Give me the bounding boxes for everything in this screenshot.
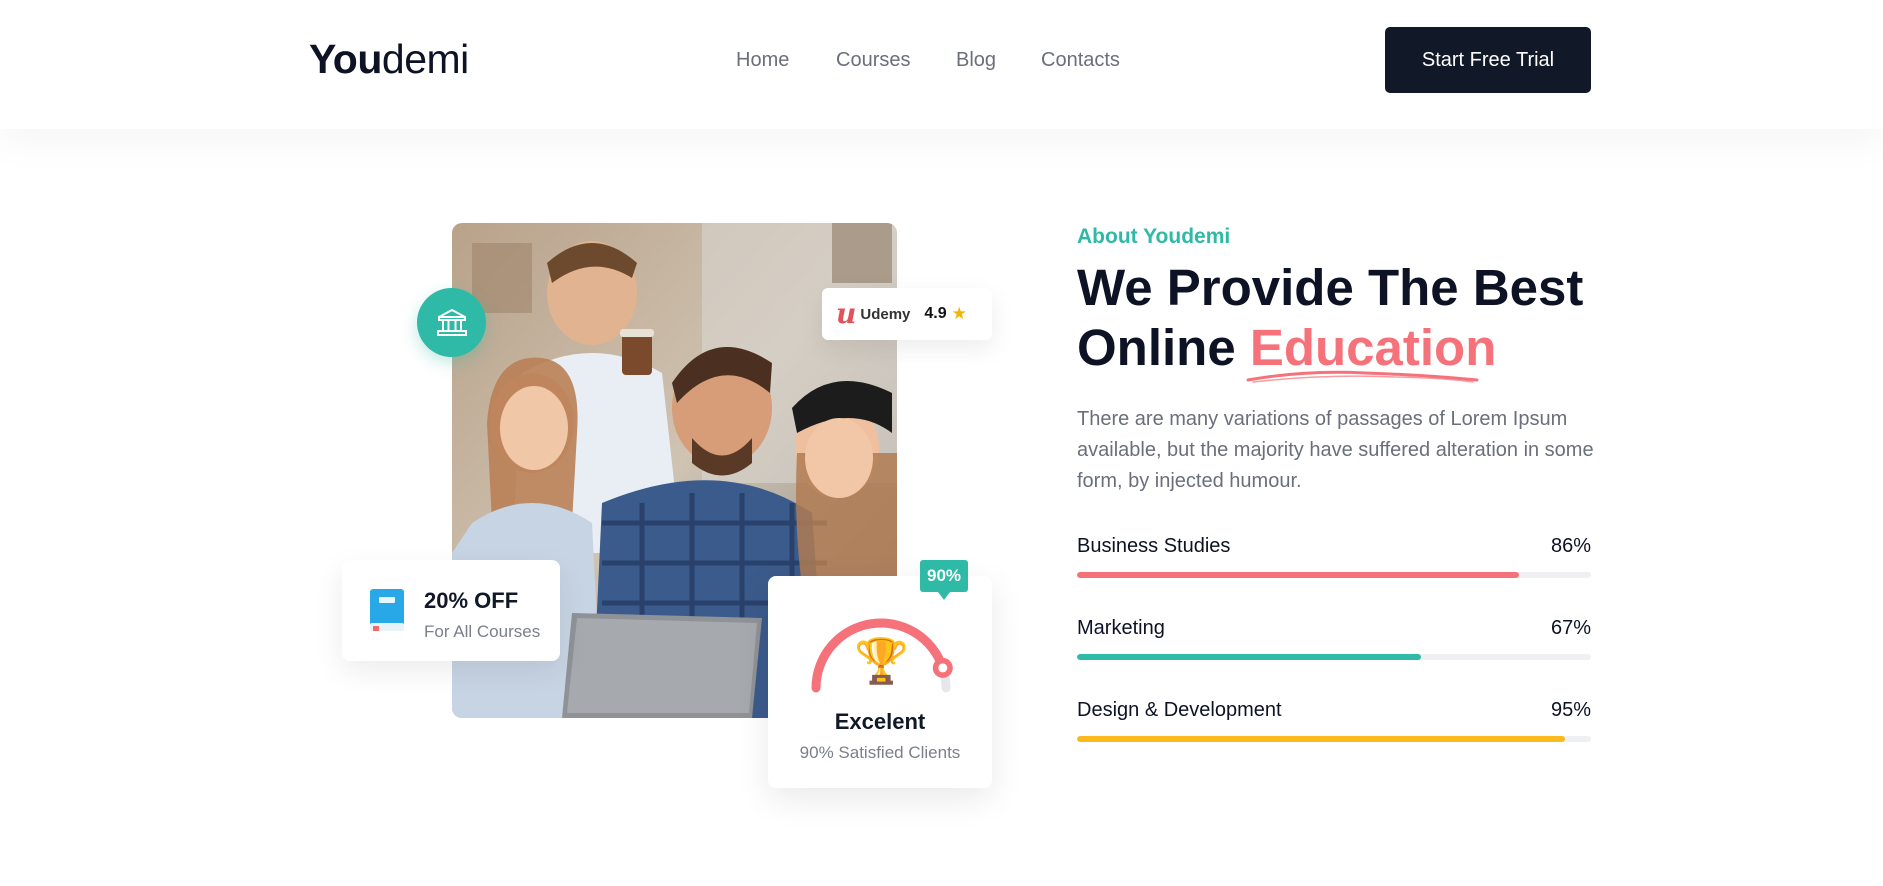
skill-percent: 95% bbox=[1550, 699, 1591, 721]
skill-progress-bar bbox=[1077, 736, 1591, 742]
satisfaction-percent-tag: 90% bbox=[920, 560, 968, 600]
skill-label: Business Studies bbox=[1077, 535, 1231, 557]
section-description: There are many variations of passages of… bbox=[1077, 408, 1594, 492]
book-icon bbox=[370, 589, 404, 631]
skill-marketing: Marketing 67% bbox=[1077, 617, 1591, 660]
institution-badge bbox=[417, 288, 486, 357]
nav-courses[interactable]: Courses bbox=[836, 49, 910, 72]
skill-label: Marketing bbox=[1077, 617, 1165, 639]
skill-percent: 67% bbox=[1550, 617, 1591, 639]
udemy-rating-card: u Udemy 4.9 ★ bbox=[822, 288, 992, 340]
satisfaction-card: 🏆 Excelent 90% Satisfied Clients bbox=[768, 576, 992, 788]
start-free-trial-button[interactable]: Start Free Trial bbox=[1385, 27, 1591, 93]
section-headline: We Provide The Best Online Education bbox=[1077, 259, 1584, 376]
rating-score: 4.9 bbox=[924, 305, 947, 322]
skill-progress-fill bbox=[1077, 654, 1422, 660]
satisfaction-subtitle: 90% Satisfied Clients bbox=[799, 743, 961, 762]
nav-contacts[interactable]: Contacts bbox=[1041, 49, 1120, 72]
skill-percent: 86% bbox=[1550, 535, 1591, 557]
nav-blog[interactable]: Blog bbox=[956, 49, 996, 72]
rating-brand: Udemy bbox=[860, 305, 911, 323]
bank-icon bbox=[436, 308, 467, 336]
site-header: Youdemi Home Courses Blog Contacts Start… bbox=[0, 0, 1883, 129]
skill-progress-fill bbox=[1077, 736, 1566, 742]
skill-progress-bar bbox=[1077, 572, 1591, 578]
nav-home[interactable]: Home bbox=[736, 49, 789, 72]
star-icon: ★ bbox=[951, 304, 967, 323]
udemy-logo-icon: u bbox=[836, 297, 857, 330]
logo[interactable]: Youdemi bbox=[309, 36, 469, 83]
satisfaction-title: Excelent bbox=[834, 709, 926, 734]
section-eyebrow: About Youdemi bbox=[1077, 225, 1231, 248]
skill-label: Design & Development bbox=[1077, 699, 1282, 721]
skill-design-development: Design & Development 95% bbox=[1077, 699, 1591, 742]
skill-business-studies: Business Studies 86% bbox=[1077, 535, 1591, 578]
trophy-icon: 🏆 bbox=[854, 637, 909, 686]
skill-progress-bar bbox=[1077, 654, 1591, 660]
skill-progress-fill bbox=[1077, 572, 1520, 578]
brush-underline bbox=[1246, 370, 1479, 383]
discount-subtitle: For All Courses bbox=[424, 622, 541, 641]
discount-card: 20% OFF For All Courses bbox=[342, 560, 560, 661]
discount-title: 20% OFF bbox=[424, 588, 519, 613]
